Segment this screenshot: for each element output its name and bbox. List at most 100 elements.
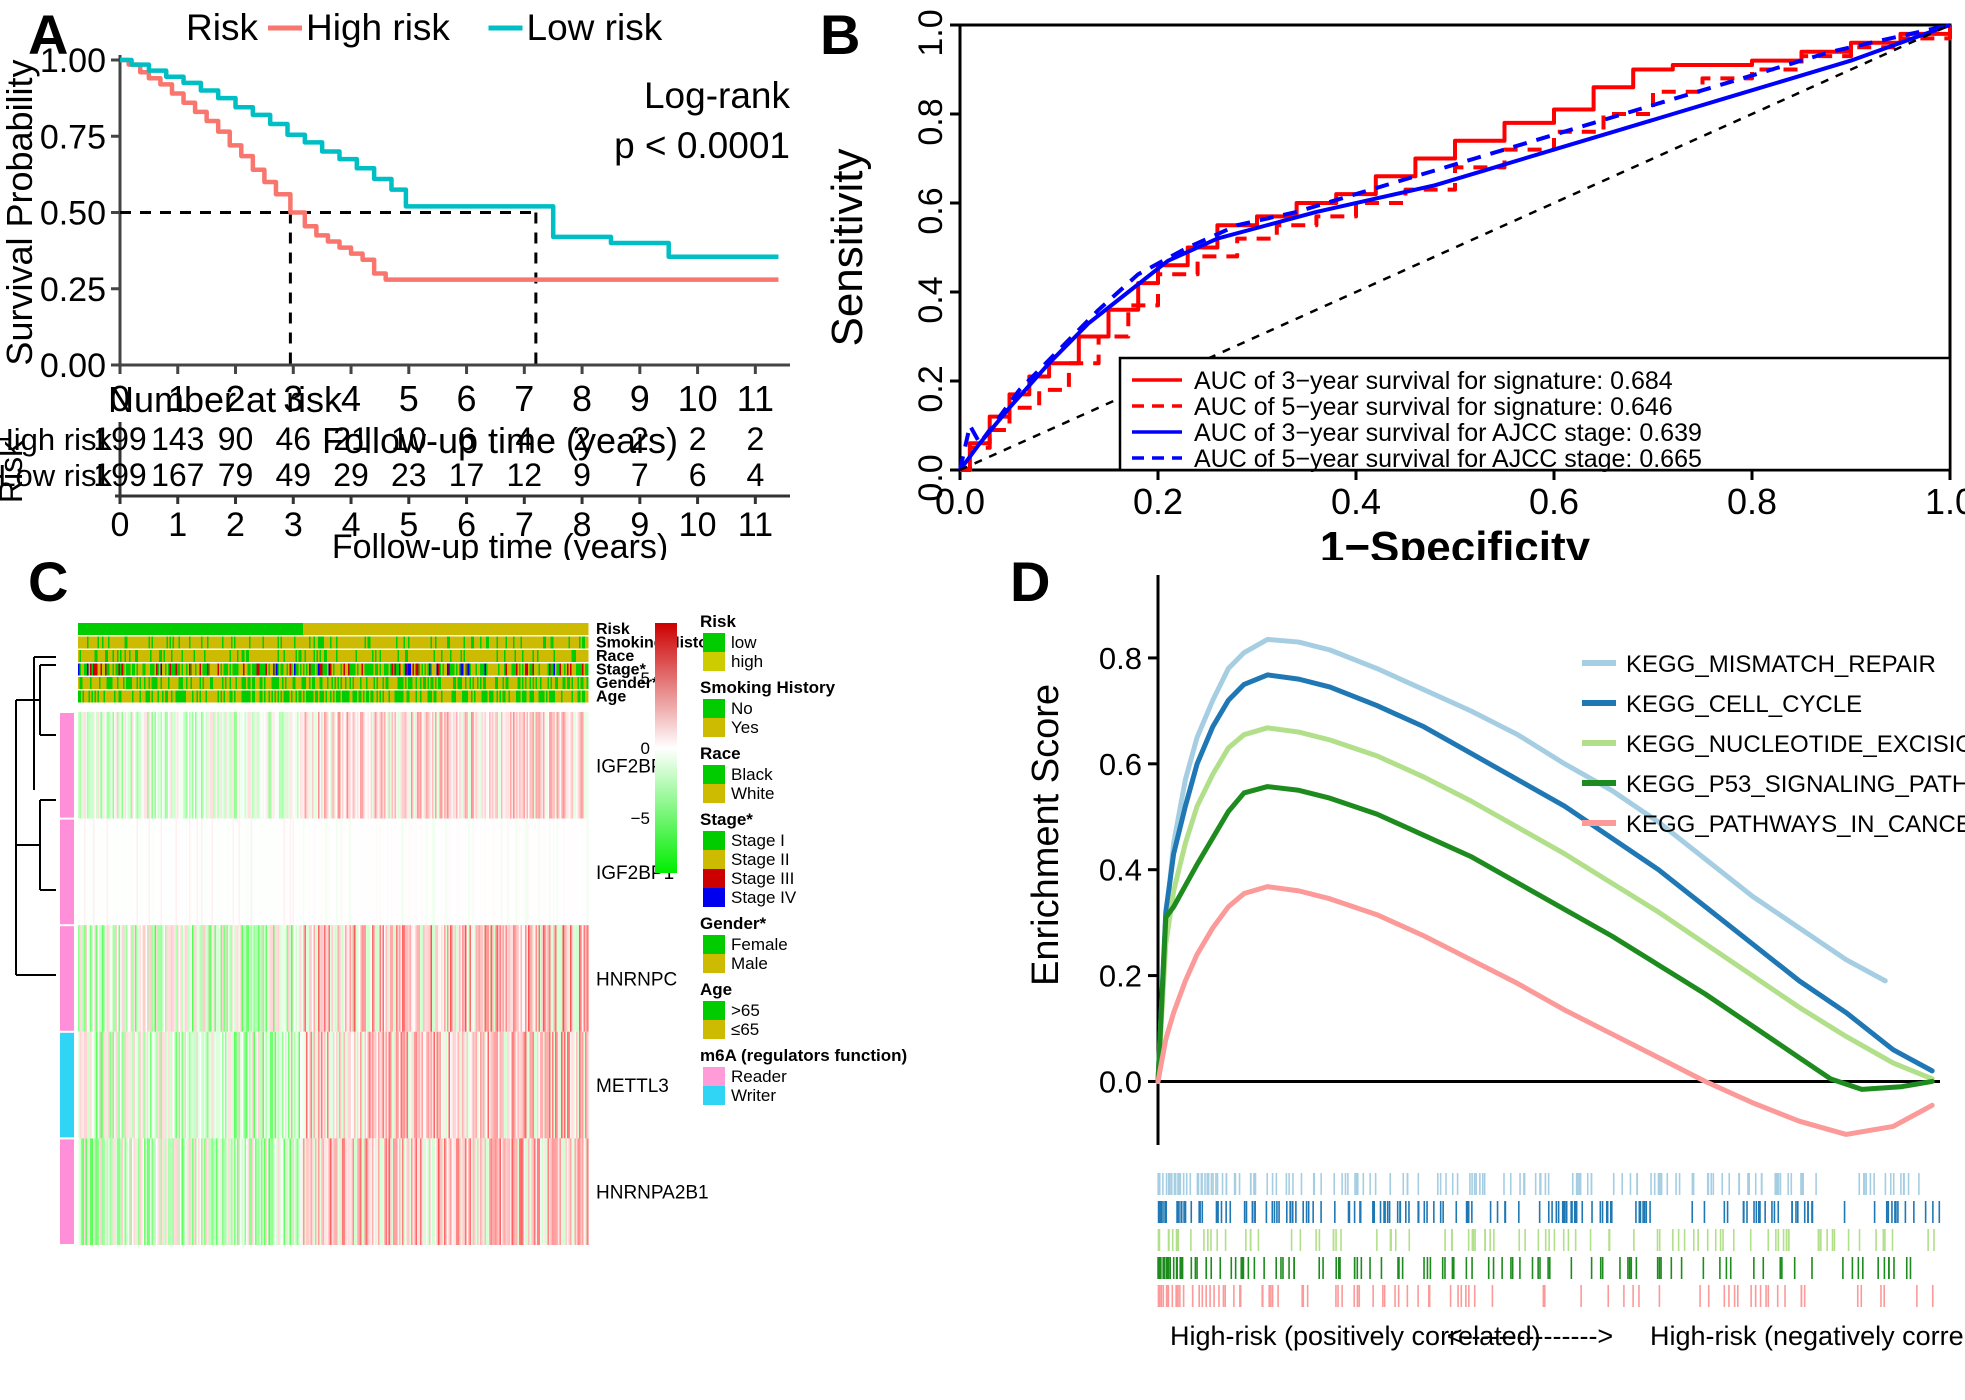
svg-text:Survival Probability: Survival Probability (0, 59, 40, 365)
svg-text:5: 5 (641, 669, 650, 688)
svg-text:Stage I: Stage I (731, 831, 785, 850)
svg-text:199: 199 (93, 421, 146, 457)
svg-text:1.0: 1.0 (912, 9, 950, 56)
svg-text:Writer: Writer (731, 1086, 776, 1105)
svg-text:11: 11 (738, 506, 773, 544)
svg-text:0.8: 0.8 (912, 98, 950, 145)
m6a-side-color (60, 1139, 74, 1244)
svg-text:9: 9 (573, 457, 591, 493)
svg-text:AUC of 3−year survival for sig: AUC of 3−year survival for signature: 0.… (1194, 367, 1673, 395)
svg-text:0.0: 0.0 (1099, 1064, 1142, 1099)
svg-text:KEGG_MISMATCH_REPAIR: KEGG_MISMATCH_REPAIR (1626, 651, 1936, 678)
svg-text:2: 2 (689, 421, 707, 457)
svg-text:0.50: 0.50 (40, 195, 106, 233)
svg-text:Smoking History: Smoking History (700, 678, 836, 697)
panel-d-svg: 0.8 0.6 0.4 0.2 0.0 Enrichment Score KEGG_MISM… (1025, 575, 1965, 1351)
svg-text:199: 199 (93, 457, 146, 493)
svg-text:AUC of 3−year survival for AJC: AUC of 3−year survival for AJCC stage: 0… (1194, 419, 1702, 447)
svg-text:Female: Female (731, 935, 788, 954)
svg-text:0.00: 0.00 (40, 347, 106, 385)
panel-a-label: A (28, 3, 69, 66)
svg-text:HNRNPC: HNRNPC (596, 970, 677, 991)
svg-text:low: low (731, 633, 757, 652)
svg-text:KEGG_P53_SIGNALING_PATHWAY: KEGG_P53_SIGNALING_PATHWAY (1626, 771, 1965, 798)
svg-text:79: 79 (218, 457, 254, 493)
panel-d: D 0.8 0.6 0.4 0.2 0.0 Enrichment Score KEGG_MI… (1010, 545, 1965, 1400)
svg-text:Black: Black (731, 765, 773, 784)
svg-text:2: 2 (573, 421, 591, 457)
svg-text:p < 0.0001: p < 0.0001 (614, 125, 790, 166)
svg-text:4: 4 (341, 378, 361, 419)
svg-text:23: 23 (391, 457, 427, 493)
m6a-side-color (60, 926, 74, 1031)
svg-text:Race: Race (700, 744, 741, 763)
svg-text:No: No (731, 699, 753, 718)
svg-text:Age: Age (596, 689, 626, 706)
svg-text:KEGG_NUCLEOTIDE_EXCISION_REPAI: KEGG_NUCLEOTIDE_EXCISION_REPAIR (1626, 731, 1965, 758)
panel-c-svg: RiskSmoking HistoryRaceStage*Gender*AgeI… (15, 612, 907, 1245)
svg-text:Stage III: Stage III (731, 869, 794, 888)
svg-text:AUC of 5−year survival for sig: AUC of 5−year survival for signature: 0.… (1194, 393, 1673, 421)
svg-text:METTL3: METTL3 (596, 1076, 669, 1097)
svg-text:1.0: 1.0 (1925, 481, 1965, 522)
svg-text:0.2: 0.2 (1133, 481, 1183, 522)
svg-text:High-risk (negatively correlat: High-risk (negatively correlated) (1650, 1321, 1965, 1351)
svg-text:5: 5 (399, 378, 419, 419)
svg-text:−5: −5 (631, 809, 650, 828)
svg-text:0.8: 0.8 (1099, 641, 1142, 676)
svg-text:High risk: High risk (306, 7, 450, 48)
svg-text:Risk: Risk (700, 612, 736, 631)
svg-text:Risk: Risk (186, 7, 258, 48)
svg-text:0: 0 (111, 506, 130, 544)
m6a-side-color (60, 819, 74, 925)
svg-text:17: 17 (449, 457, 485, 493)
m6a-side-color (60, 713, 74, 818)
svg-text:49: 49 (275, 457, 311, 493)
svg-text:0.4: 0.4 (1331, 481, 1381, 522)
svg-text:Sensitivity: Sensitivity (823, 148, 872, 346)
svg-text:0.0: 0.0 (935, 481, 985, 522)
svg-text:Reader: Reader (731, 1067, 787, 1086)
svg-text:HNRNPA2B1: HNRNPA2B1 (596, 1183, 709, 1204)
svg-text:90: 90 (218, 421, 254, 457)
svg-text:<--------------->: <---------------> (1447, 1321, 1613, 1351)
svg-text:4: 4 (515, 421, 533, 457)
svg-text:21: 21 (333, 421, 369, 457)
svg-text:0.4: 0.4 (1099, 853, 1142, 888)
svg-text:Follow-up time (years): Follow-up time (years) (322, 420, 678, 461)
svg-text:0.6: 0.6 (1529, 481, 1579, 522)
svg-text:Stage II: Stage II (731, 850, 790, 869)
svg-text:≤65: ≤65 (731, 1020, 759, 1039)
svg-text:0.25: 0.25 (40, 271, 106, 309)
panel-d-label: D (1010, 550, 1051, 613)
svg-text:Gender*: Gender* (700, 914, 767, 933)
svg-text:1: 1 (168, 506, 187, 544)
svg-text:Low risk: Low risk (527, 7, 663, 48)
svg-text:10: 10 (678, 378, 718, 419)
svg-text:0.2: 0.2 (1099, 959, 1142, 994)
svg-text:Yes: Yes (731, 718, 759, 737)
svg-text:Enrichment Score: Enrichment Score (1025, 684, 1067, 986)
svg-text:Age: Age (700, 980, 732, 999)
svg-text:2: 2 (746, 421, 764, 457)
svg-text:10: 10 (391, 421, 427, 457)
svg-text:0.4: 0.4 (912, 276, 950, 323)
svg-text:143: 143 (151, 421, 204, 457)
svg-text:m6A (regulators function): m6A (regulators function) (700, 1046, 907, 1065)
svg-text:4: 4 (746, 457, 764, 493)
svg-text:7: 7 (631, 457, 649, 493)
svg-text:high: high (731, 652, 763, 671)
panel-a: A Risk High risk Low risk Log-rank p < 0.000… (0, 0, 810, 560)
svg-text:White: White (731, 784, 774, 803)
svg-text:6: 6 (689, 457, 707, 493)
svg-text:Male: Male (731, 954, 768, 973)
svg-text:>65: >65 (731, 1001, 760, 1020)
svg-text:11: 11 (737, 378, 774, 419)
svg-text:8: 8 (572, 378, 592, 419)
svg-text:0.75: 0.75 (40, 118, 106, 156)
svg-text:6: 6 (458, 421, 476, 457)
svg-text:2: 2 (226, 506, 245, 544)
svg-text:46: 46 (275, 421, 311, 457)
svg-text:2: 2 (631, 421, 649, 457)
svg-text:6: 6 (457, 378, 477, 419)
